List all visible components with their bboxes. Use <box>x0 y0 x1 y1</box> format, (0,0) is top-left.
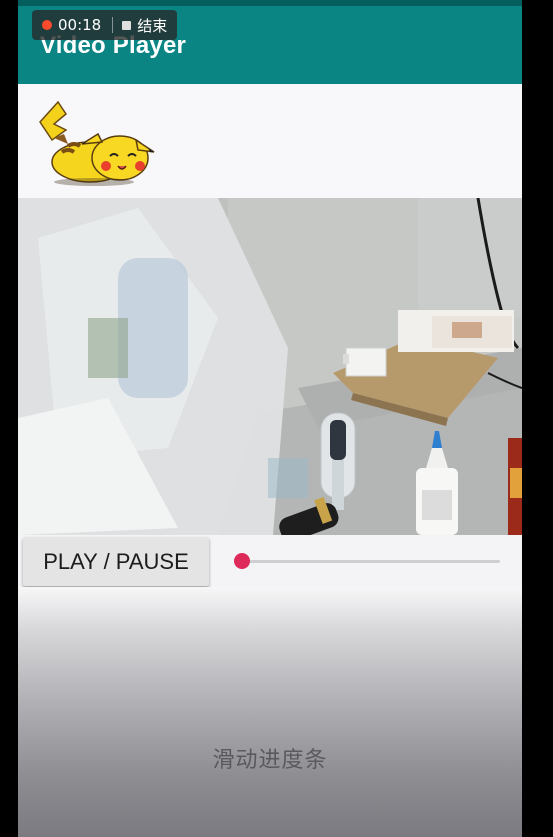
recording-divider <box>112 17 114 33</box>
stop-icon <box>122 20 132 30</box>
seek-thumb[interactable] <box>233 553 250 569</box>
recording-time: 00:18 <box>58 16 102 34</box>
video-view[interactable] <box>18 198 522 535</box>
recording-dot-icon <box>42 20 52 30</box>
seek-bar[interactable] <box>233 553 500 569</box>
app-screen: 00:18 结束 Video Player PLAY / PAUSE 滑动进度条 <box>18 0 522 837</box>
logo-area <box>18 84 522 198</box>
pikachu-sleeping-icon <box>39 100 155 186</box>
playback-controls: PLAY / PAUSE <box>18 535 522 587</box>
recording-end-label[interactable]: 结束 <box>137 15 167 36</box>
lower-panel: 滑动进度条 <box>18 587 522 837</box>
play-pause-button[interactable]: PLAY / PAUSE <box>23 537 209 586</box>
hint-toast: 滑动进度条 <box>212 748 328 773</box>
screen-recording-indicator[interactable]: 00:18 结束 <box>32 10 178 40</box>
video-frame <box>18 198 522 535</box>
